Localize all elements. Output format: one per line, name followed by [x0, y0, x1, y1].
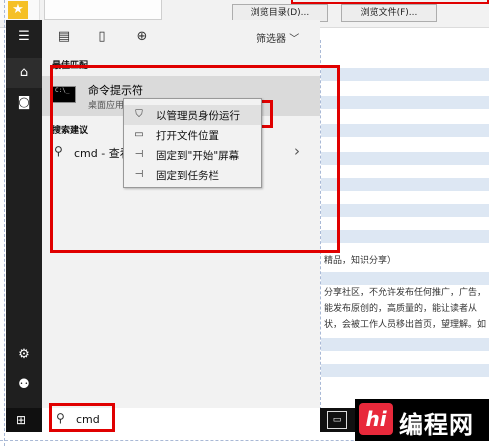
table-row [321, 152, 489, 165]
table-row [321, 124, 489, 137]
run-as-admin-menu-item[interactable]: ⛉ 以管理员身份运行 [124, 105, 261, 125]
record-icon[interactable]: ◙ [6, 88, 42, 118]
table-row [321, 338, 489, 351]
background-text: 精品，知识分享） [324, 256, 397, 266]
hamburger-menu-icon[interactable]: ☰ [6, 22, 42, 52]
table-row [321, 178, 489, 191]
table-row [321, 96, 489, 109]
table-row [321, 272, 489, 285]
menu-item-label: 固定到"开始"屏幕 [156, 150, 240, 162]
search-scope-toolbar: ▤ ▯ ⊕ 筛选器 ﹀ [42, 20, 320, 56]
watermark: hi 编程网 [355, 399, 489, 441]
filter-dropdown[interactable]: 筛选器 ﹀ [256, 30, 299, 45]
pin-to-start-menu-item[interactable]: ⊣ 固定到"开始"屏幕 [124, 145, 261, 165]
menu-item-label: 固定到任务栏 [156, 170, 219, 182]
open-file-location-menu-item[interactable]: ▭ 打开文件位置 [124, 125, 261, 145]
background-text: 状，会被工作人员移出首页，望理解。如 [324, 320, 487, 330]
pin-icon: ⊣ [134, 149, 144, 160]
table-row [321, 364, 489, 377]
feedback-user-icon[interactable]: ⚉ [6, 370, 42, 400]
pin-to-taskbar-menu-item[interactable]: ⊣ 固定到任务栏 [124, 165, 261, 185]
watermark-logo: hi [359, 403, 393, 435]
browse-file-button[interactable]: 浏览文件(F)... [341, 4, 437, 22]
watermark-text: 编程网 [399, 411, 474, 439]
background-text: 能发布原创的，高质量的，能让读者从 [324, 304, 478, 314]
menu-item-label: 打开文件位置 [156, 130, 219, 142]
divider [4, 0, 5, 446]
start-menu-rail: ☰ ⌂ ◙ ⚙ ⚉ [6, 20, 42, 428]
context-menu: ⛉ 以管理员身份运行 ▭ 打开文件位置 ⊣ 固定到"开始"屏幕 ⊣ 固定到任务栏 [123, 98, 262, 188]
documents-icon[interactable]: ▯ [94, 29, 110, 45]
table-row [321, 204, 489, 217]
windows-start-icon[interactable]: ⊞ [6, 410, 36, 430]
background-text: 分享社区，不允许发布任何推广，广告， [324, 288, 487, 298]
filter-label: 筛选器 [256, 34, 286, 45]
desktop-screen: ★ 浏览目录(D)... 浏览文件(F)... 精品，知识分享） 分享社区，不允… [0, 0, 489, 446]
menu-item-label: 以管理员身份运行 [156, 110, 240, 122]
highlight-box [49, 403, 115, 432]
folder-icon: ▭ [134, 129, 144, 140]
highlight-box [291, 0, 489, 4]
web-globe-icon[interactable]: ⊕ [134, 29, 150, 45]
table-row [321, 230, 489, 243]
background-window-tab[interactable]: ★ [0, 0, 40, 20]
pin-icon: ⊣ [134, 169, 144, 180]
table-row [321, 68, 489, 81]
star-icon: ★ [8, 1, 28, 19]
task-view-icon[interactable]: ▭ [327, 411, 347, 429]
apps-icon[interactable]: ▤ [56, 29, 72, 45]
background-window-tab[interactable] [44, 0, 162, 20]
shield-icon: ⛉ [135, 109, 143, 120]
settings-gear-icon[interactable]: ⚙ [6, 340, 42, 370]
chevron-down-icon: ﹀ [289, 34, 300, 45]
home-icon[interactable]: ⌂ [6, 58, 42, 88]
